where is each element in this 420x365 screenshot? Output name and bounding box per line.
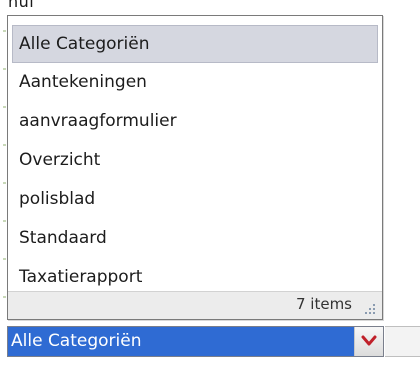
list-item-aantekeningen[interactable]: Aantekeningen (12, 63, 378, 102)
combobox-value: Alle Categoriën (11, 331, 142, 351)
list-item-aanvraagformulier[interactable]: aanvraagformulier (12, 102, 378, 141)
dropdown-toggle-button[interactable] (354, 327, 383, 356)
background-text: nul (8, 0, 35, 11)
screen: nul Alle Categoriën Aantekeningen aanvra… (0, 0, 420, 365)
resize-grip-icon[interactable] (364, 303, 376, 315)
list-item-standaard[interactable]: Standaard (12, 219, 378, 258)
item-count: 7 items (295, 295, 352, 313)
list-item-alle-categorien[interactable]: Alle Categoriën (12, 25, 378, 63)
list-item-polisblad[interactable]: polisblad (12, 180, 378, 219)
dropdown-statusbar: 7 items (8, 291, 382, 319)
category-list: Alle Categoriën Aantekeningen aanvraagfo… (8, 16, 382, 292)
category-dropdown-popup: Alle Categoriën Aantekeningen aanvraagfo… (7, 15, 383, 320)
list-item-overzicht[interactable]: Overzicht (12, 141, 378, 180)
chevron-down-icon (361, 335, 377, 346)
category-combobox[interactable]: Alle Categoriën (7, 326, 384, 357)
adjacent-control-edge (385, 326, 420, 357)
background-marks (3, 30, 6, 330)
